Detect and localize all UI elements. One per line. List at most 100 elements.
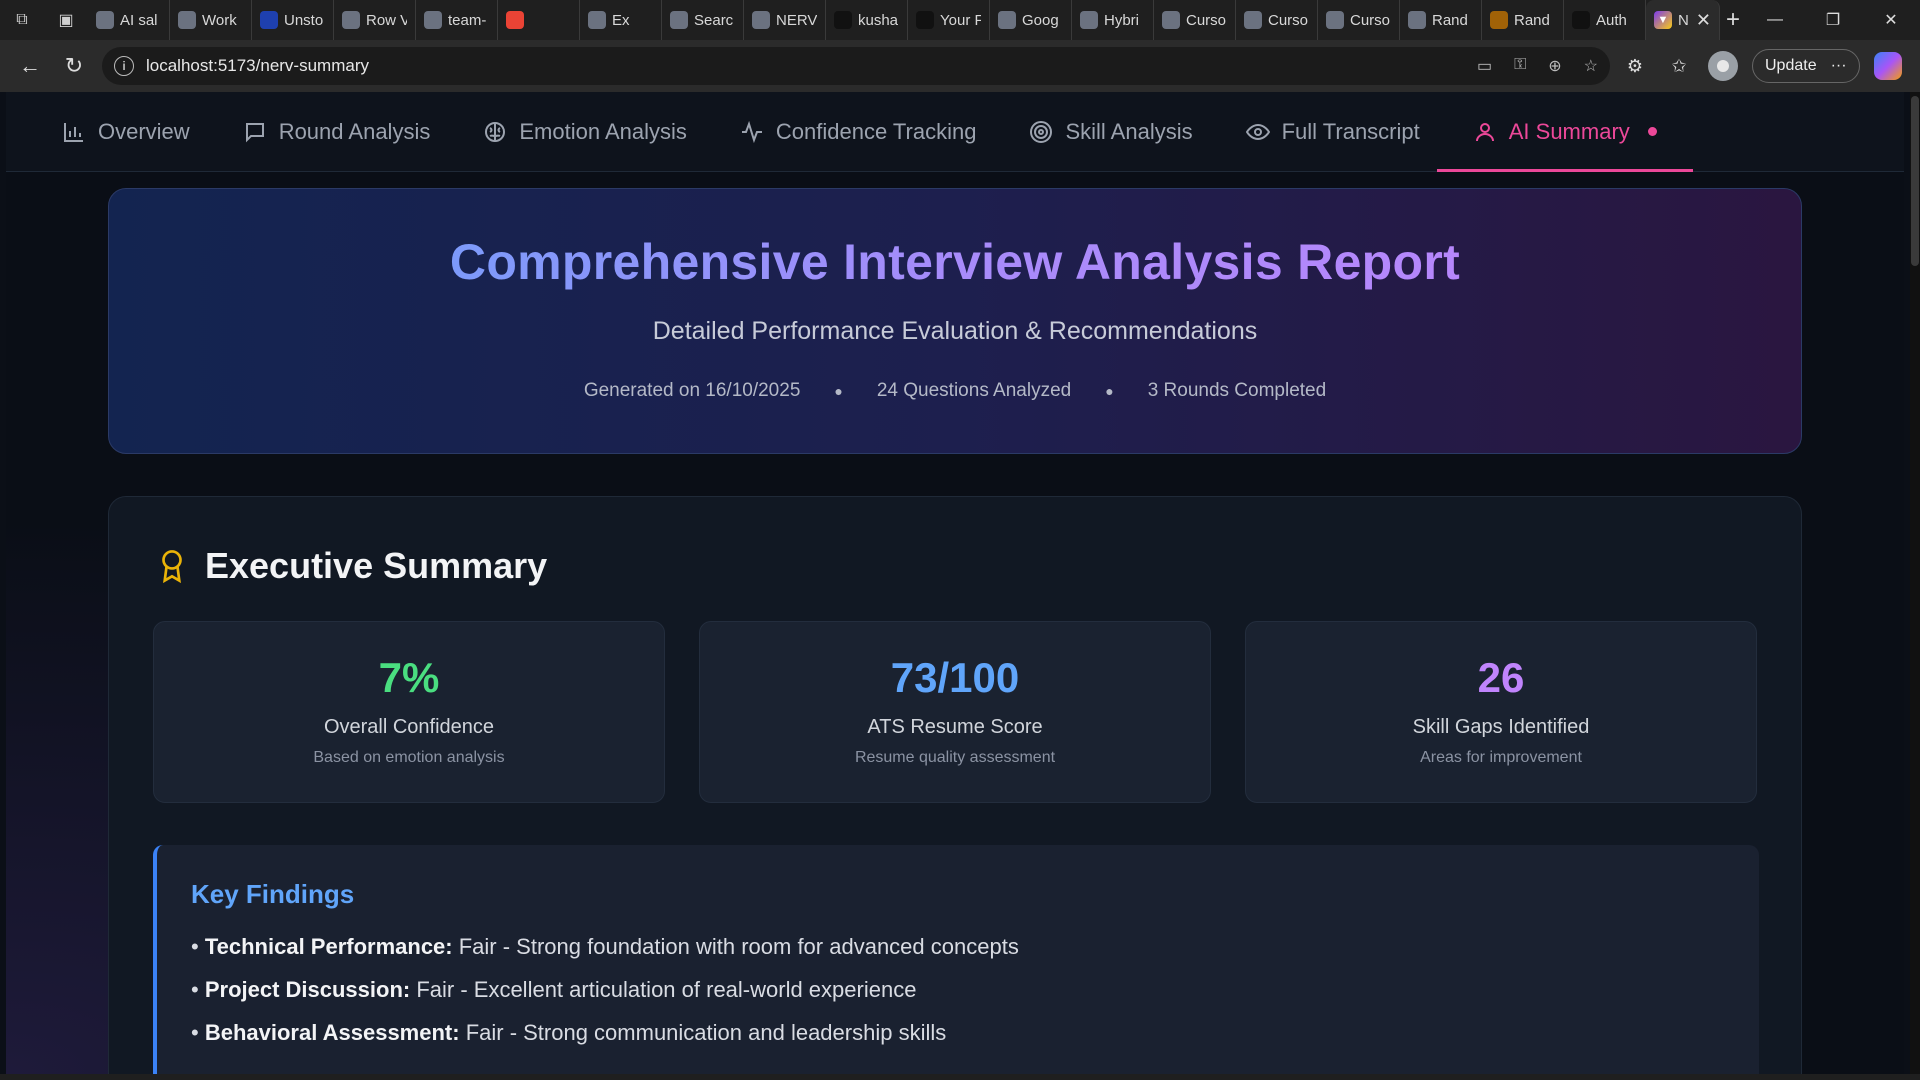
update-button[interactable]: Update ··· — [1752, 49, 1860, 83]
questions-count: 24 Questions Analyzed — [876, 380, 1072, 401]
tab-list: AI sal Work Unsto Row V team- Ex Searc NERV kush… — [88, 0, 1646, 40]
executive-summary-panel: Executive Summary 7% Overall Confidence … — [108, 496, 1802, 1074]
camera-icon[interactable]: ▭ — [1477, 56, 1492, 76]
browser-tab[interactable]: kusha — [826, 0, 908, 40]
tab-label: kusha — [858, 11, 899, 29]
tab-label: NERV — [776, 11, 817, 29]
findings-list: • Technical Performance: Fair - Strong f… — [191, 934, 1759, 1046]
vite-icon: ▼ — [1654, 11, 1672, 29]
tab-overview[interactable]: Overview — [60, 92, 192, 172]
tab-label: Your F — [940, 11, 981, 29]
report-tabs: Overview Round Analysis Emotion Analysis… — [6, 92, 1904, 172]
github-icon — [834, 11, 852, 29]
award-icon — [162, 550, 182, 583]
browser-tab[interactable]: Your F — [908, 0, 990, 40]
favorite-star-icon[interactable]: ☆ — [1584, 56, 1598, 76]
cursor-icon — [1244, 11, 1262, 29]
minimize-icon[interactable]: — — [1746, 0, 1804, 40]
bar-chart-icon — [64, 122, 83, 142]
address-bar[interactable]: i localhost:5173/nerv-summary ▭ ⚿ ⊕ ☆ — [102, 47, 1610, 85]
stat-label: Overall Confidence — [323, 716, 495, 738]
page-scrollbar[interactable] — [1910, 92, 1920, 1074]
separator-dot: ● — [834, 383, 843, 399]
browser-tab[interactable]: Ex — [580, 0, 662, 40]
tab-label: Auth — [1596, 11, 1627, 29]
globe-icon — [752, 11, 770, 29]
new-tab-button[interactable]: + — [1720, 0, 1746, 40]
tab-label: Confidence Tracking — [775, 118, 977, 144]
avatar-icon — [1490, 11, 1508, 29]
browser-tab[interactable]: Auth — [1564, 0, 1646, 40]
workspaces-icon[interactable]: ⧉ — [0, 0, 44, 40]
tab-label: Emotion Analysis — [519, 118, 687, 144]
key-icon[interactable]: ⚿ — [1514, 56, 1526, 76]
vertical-tabs-icon[interactable]: ▣ — [44, 0, 88, 40]
extensions-icon[interactable]: ⚙ — [1620, 56, 1650, 77]
browser-tab[interactable]: Curso — [1154, 0, 1236, 40]
stat-label: Skill Gaps Identified — [1412, 716, 1590, 738]
stat-value: 26 — [1477, 654, 1525, 701]
browser-tab[interactable]: Searc — [662, 0, 744, 40]
tab-label: Hybri — [1104, 11, 1140, 29]
browser-tab[interactable]: Curso — [1236, 0, 1318, 40]
browser-tab[interactable]: NERV — [744, 0, 826, 40]
generated-date: Generated on 16/10/2025 — [583, 380, 801, 401]
close-window-icon[interactable]: ✕ — [1862, 0, 1920, 40]
browser-tab[interactable]: Rand — [1482, 0, 1564, 40]
tab-label: AI sal — [120, 11, 158, 29]
report-header: Comprehensive Interview Analysis Report … — [108, 188, 1802, 454]
finding-text: Fair - Excellent articulation of real-wo… — [410, 977, 917, 1002]
stat-subtext: Resume quality assessment — [854, 749, 1056, 766]
tab-skill-analysis[interactable]: Skill Analysis — [1027, 92, 1194, 172]
tab-emotion-analysis[interactable]: Emotion Analysis — [481, 92, 689, 172]
finding-heading: Project Discussion: — [204, 977, 411, 1002]
eye-icon — [1245, 123, 1270, 140]
tab-label: Overview — [98, 118, 190, 144]
github-icon — [916, 11, 934, 29]
auth-icon — [1572, 11, 1590, 29]
browser-tab[interactable]: Curso — [1318, 0, 1400, 40]
reload-icon[interactable]: ↻ — [52, 46, 96, 86]
browser-tab-active[interactable]: ▼ N ✕ — [1646, 0, 1720, 40]
back-icon[interactable]: ← — [8, 46, 52, 86]
tab-label: Curso — [1350, 11, 1391, 29]
browser-tab[interactable] — [498, 0, 580, 40]
more-icon[interactable]: ··· — [1831, 57, 1847, 75]
findings-title: Key Findings — [191, 879, 355, 909]
toolbar-right: ⚙ ✩ Update ··· — [1620, 49, 1902, 83]
tab-confidence-tracking[interactable]: Confidence Tracking — [738, 92, 979, 172]
tab-label: N — [1678, 11, 1689, 29]
url-text[interactable]: localhost:5173/nerv-summary — [146, 56, 369, 76]
browser-tab[interactable]: Hybri — [1072, 0, 1154, 40]
browser-tab[interactable]: team- — [416, 0, 498, 40]
address-toolbar: ← ↻ i localhost:5173/nerv-summary ▭ ⚿ ⊕ … — [0, 40, 1920, 92]
close-tab-icon[interactable]: ✕ — [1696, 10, 1711, 31]
finding-text: Fair - Strong foundation with room for a… — [452, 934, 1019, 959]
row-icon — [342, 11, 360, 29]
tab-full-transcript[interactable]: Full Transcript — [1244, 92, 1422, 172]
profile-avatar[interactable] — [1708, 51, 1738, 81]
omnibox-tools: ▭ ⚿ ⊕ ☆ — [1477, 56, 1598, 76]
browser-tab[interactable]: Work — [170, 0, 252, 40]
browser-tab[interactable]: Unsto — [252, 0, 334, 40]
copilot-icon[interactable] — [1873, 52, 1902, 80]
key-findings: Key Findings • Technical Performance: Fa… — [153, 845, 1759, 1074]
zoom-icon[interactable]: ⊕ — [1548, 56, 1561, 76]
tab-label: Skill Analysis — [1065, 118, 1193, 144]
browser-tab[interactable]: AI sal — [88, 0, 170, 40]
finding-text: Fair - Strong communication and leadersh… — [459, 1020, 947, 1045]
scrollbar-thumb[interactable] — [1911, 96, 1919, 266]
stat-label: ATS Resume Score — [867, 716, 1043, 738]
tab-round-analysis[interactable]: Round Analysis — [241, 92, 433, 172]
search-tab-icon — [670, 11, 688, 29]
tab-label: Rand — [1514, 11, 1550, 29]
tab-label: team- — [448, 11, 487, 29]
browser-tab[interactable]: Row V — [334, 0, 416, 40]
tab-ai-summary[interactable]: AI Summary — [1436, 92, 1693, 172]
site-info-icon[interactable]: i — [114, 56, 134, 76]
tab-label: AI Summary — [1508, 118, 1630, 144]
favorites-icon[interactable]: ✩ — [1664, 56, 1694, 77]
restore-icon[interactable]: ❐ — [1804, 0, 1862, 40]
browser-tab[interactable]: Rand — [1400, 0, 1482, 40]
browser-tab[interactable]: Goog — [990, 0, 1072, 40]
